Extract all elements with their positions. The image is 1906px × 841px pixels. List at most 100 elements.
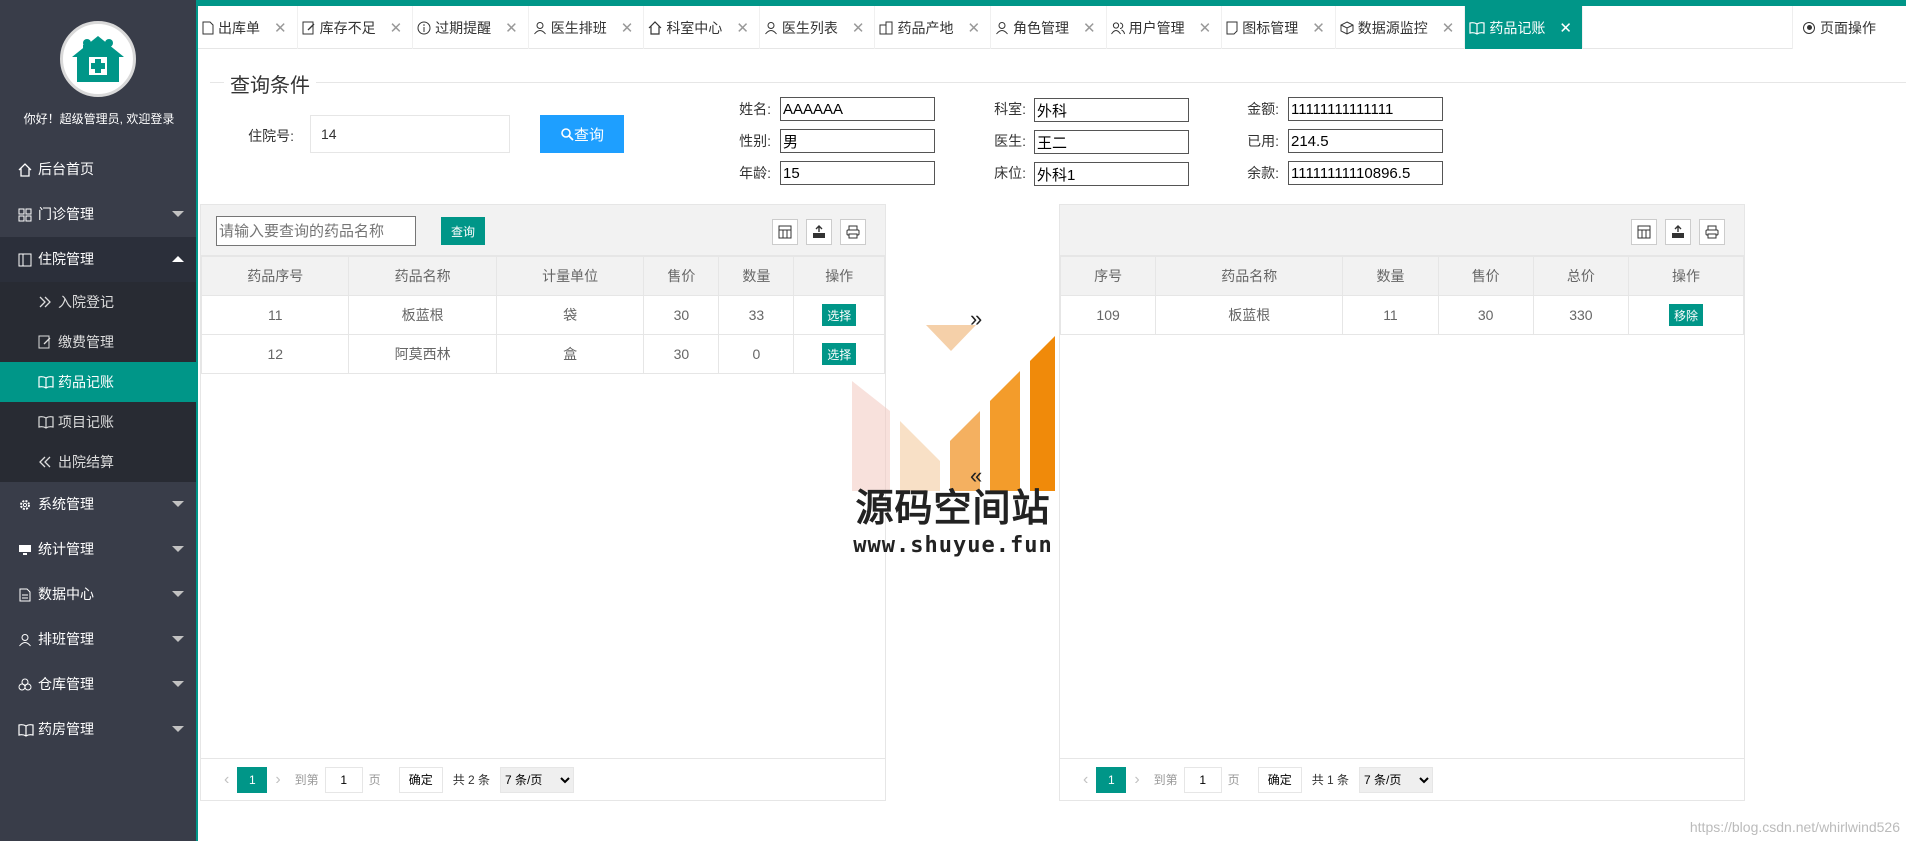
- move-left-button[interactable]: «: [970, 463, 982, 489]
- name-field[interactable]: [780, 97, 935, 121]
- tab-6[interactable]: 药品产地 ✕: [875, 6, 992, 49]
- sidebar-subitem-discharge[interactable]: 出院结算: [0, 442, 196, 482]
- bed-field[interactable]: [1034, 162, 1189, 186]
- print-button[interactable]: [840, 219, 866, 245]
- goto-confirm-button[interactable]: 确定: [398, 766, 443, 793]
- age-field[interactable]: [780, 161, 935, 185]
- sidebar-item-warehouse[interactable]: 仓库管理: [0, 662, 196, 707]
- next-page-icon[interactable]: ›: [275, 771, 280, 789]
- admission-number-input[interactable]: [310, 115, 510, 153]
- department-field[interactable]: [1034, 98, 1189, 122]
- grid-icon: [18, 208, 34, 222]
- total-count: 共 1 条: [1311, 773, 1350, 787]
- cell-id: 12: [200, 334, 350, 374]
- billed-drugs-pagination: ‹ 1 › 到第 页 确定 共 1 条 7 条/页: [1060, 758, 1744, 800]
- close-icon[interactable]: ✕: [1083, 19, 1096, 37]
- export-button[interactable]: [1665, 219, 1691, 245]
- amount-field[interactable]: [1288, 97, 1443, 121]
- book-icon: [1469, 21, 1485, 35]
- sidebar-subitem-admission[interactable]: 入院登记: [0, 282, 196, 322]
- sidebar-item-pharmacy[interactable]: 药房管理: [0, 707, 196, 752]
- select-drug-button[interactable]: 选择: [822, 343, 857, 365]
- sidebar-subitem-drug-billing[interactable]: 药品记账: [0, 362, 196, 402]
- page-unit-label: 页: [368, 773, 381, 787]
- current-page[interactable]: 1: [237, 766, 268, 793]
- move-right-button[interactable]: »: [970, 306, 982, 332]
- column-header: 总价: [1532, 256, 1630, 296]
- close-icon[interactable]: ✕: [852, 19, 865, 37]
- columns-filter-button[interactable]: [772, 219, 798, 245]
- tab-8[interactable]: 用户管理 ✕: [1107, 6, 1223, 49]
- balance-field[interactable]: [1288, 161, 1443, 185]
- chevron-down-icon: [172, 501, 184, 507]
- table-row: 12 阿莫西林盒 30 0 选择: [200, 334, 885, 374]
- export-icon: [1672, 225, 1684, 238]
- query-button[interactable]: 查询: [540, 115, 624, 153]
- close-icon[interactable]: ✕: [390, 19, 403, 37]
- remove-drug-button[interactable]: 移除: [1669, 304, 1704, 326]
- column-header: 售价: [1437, 256, 1534, 296]
- tab-9[interactable]: 图标管理 ✕: [1222, 6, 1336, 49]
- page-size-select[interactable]: 7 条/页: [500, 766, 575, 793]
- export-button[interactable]: [806, 219, 832, 245]
- goto-page-input[interactable]: [1183, 766, 1222, 793]
- sidebar-subitem-label: 缴费管理: [58, 334, 114, 350]
- print-button[interactable]: [1699, 219, 1725, 245]
- department-label: 科室:: [994, 101, 1026, 117]
- tab-5[interactable]: 医生列表 ✕: [760, 6, 876, 49]
- drug-search-input[interactable]: [216, 216, 416, 246]
- tab-label: 医生列表: [781, 19, 838, 36]
- tab-10[interactable]: 数据源监控 ✕: [1336, 6, 1466, 49]
- prev-page-icon[interactable]: ‹: [224, 771, 229, 789]
- sidebar-item-system[interactable]: 系统管理: [0, 482, 196, 527]
- page-operations-button[interactable]: 页面操作: [1792, 6, 1906, 49]
- close-icon[interactable]: ✕: [1199, 19, 1212, 37]
- cell-qty: 11: [1342, 295, 1439, 335]
- tab-11[interactable]: 药品记账 ✕: [1465, 6, 1583, 49]
- query-button-label: 查询: [573, 126, 604, 144]
- current-page[interactable]: 1: [1096, 766, 1127, 793]
- next-page-icon[interactable]: ›: [1134, 771, 1139, 789]
- tab-3[interactable]: 医生排班 ✕: [529, 6, 645, 49]
- close-icon[interactable]: ✕: [1312, 19, 1325, 37]
- sidebar-item-outpatient[interactable]: 门诊管理: [0, 192, 196, 237]
- close-icon[interactable]: ✕: [1442, 19, 1455, 37]
- tab-2[interactable]: 过期提醒 ✕: [413, 6, 529, 49]
- book-icon: [38, 415, 54, 429]
- goto-page-input[interactable]: [324, 766, 363, 793]
- tab-0[interactable]: 出库单 ✕: [198, 6, 298, 49]
- close-icon[interactable]: ✕: [621, 19, 634, 37]
- close-icon[interactable]: ✕: [274, 19, 287, 37]
- prev-page-icon[interactable]: ‹: [1083, 771, 1088, 789]
- watermark-url: www.shuyue.fun: [853, 533, 1053, 558]
- used-field[interactable]: [1288, 129, 1443, 153]
- tab-7[interactable]: 角色管理 ✕: [991, 6, 1107, 49]
- doctor-field[interactable]: [1034, 130, 1189, 154]
- column-header: 药品名称: [348, 256, 497, 296]
- tabs: 出库单 ✕ 库存不足 ✕ 过期提醒 ✕ 医生排班 ✕ 科室中心 ✕ 医生列表 ✕ 药品产地 ✕ 角色管理 ✕ 用…: [198, 6, 1906, 49]
- page-size-select[interactable]: 7 条/页: [1359, 766, 1434, 793]
- sidebar-subitem-payment[interactable]: 缴费管理: [0, 322, 196, 362]
- page-unit-label: 页: [1227, 773, 1240, 787]
- sidebar-item-inpatient[interactable]: 住院管理: [0, 237, 196, 282]
- columns-filter-button[interactable]: [1631, 219, 1657, 245]
- goto-confirm-button[interactable]: 确定: [1257, 766, 1302, 793]
- close-icon[interactable]: ✕: [967, 19, 980, 37]
- gender-field[interactable]: [780, 129, 935, 153]
- select-drug-button[interactable]: 选择: [822, 304, 857, 326]
- sidebar-item-scheduling[interactable]: 排班管理: [0, 617, 196, 662]
- sidebar-item-label: 后台首页: [38, 161, 94, 177]
- drug-search-button[interactable]: 查询: [441, 217, 485, 245]
- close-icon[interactable]: ✕: [736, 19, 749, 37]
- column-header: 售价: [643, 256, 720, 296]
- sidebar-subitem-item-billing[interactable]: 项目记账: [0, 402, 196, 442]
- tab-1[interactable]: 库存不足 ✕: [298, 6, 414, 49]
- sidebar-item-statistics[interactable]: 统计管理: [0, 527, 196, 572]
- sidebar-item-data-center[interactable]: 数据中心: [0, 572, 196, 617]
- fieldset-line: [210, 82, 1906, 83]
- tab-label: 医生排班: [550, 19, 607, 36]
- tab-4[interactable]: 科室中心 ✕: [644, 6, 760, 49]
- close-icon[interactable]: ✕: [505, 19, 518, 37]
- close-icon[interactable]: ✕: [1559, 19, 1572, 37]
- sidebar-item-home[interactable]: 后台首页: [0, 147, 196, 192]
